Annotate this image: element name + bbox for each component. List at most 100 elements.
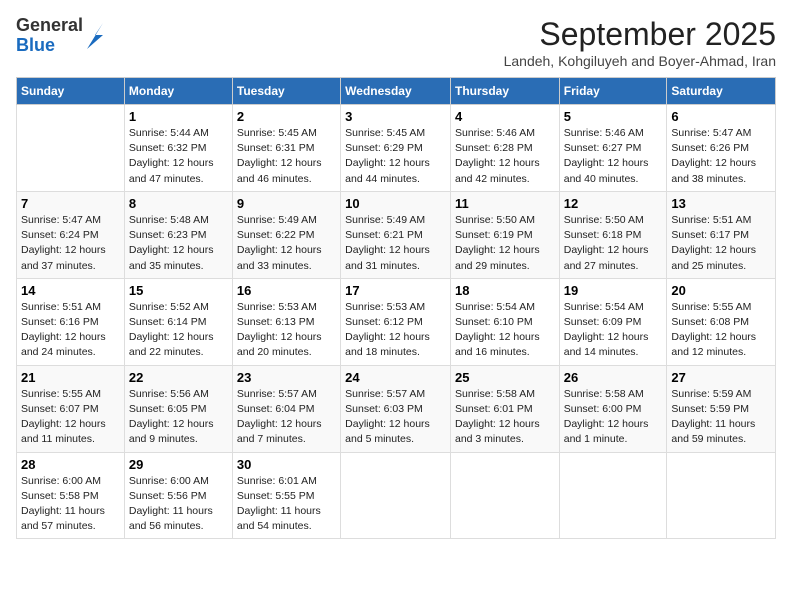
calendar-cell: 23Sunrise: 5:57 AM Sunset: 6:04 PM Dayli… <box>232 365 340 452</box>
day-info: Sunrise: 5:51 AM Sunset: 6:17 PM Dayligh… <box>671 213 771 274</box>
col-header-thursday: Thursday <box>450 78 559 105</box>
day-number: 18 <box>455 283 555 298</box>
calendar-cell <box>341 452 451 539</box>
week-row-5: 28Sunrise: 6:00 AM Sunset: 5:58 PM Dayli… <box>17 452 776 539</box>
calendar-cell: 25 Sunrise: 5:58 AM Sunset: 6:01 PM Dayli… <box>450 365 559 452</box>
calendar-cell: 3 Sunrise: 5:45 AM Sunset: 6:29 PM Daylig… <box>341 105 451 192</box>
calendar-cell: 19 Sunrise: 5:54 AM Sunset: 6:09 PM Dayli… <box>559 278 667 365</box>
day-info: Sunrise: 5:45 AM Sunset: 6:31 PM Dayligh… <box>237 126 336 187</box>
calendar-cell: 17 Sunrise: 5:53 AM Sunset: 6:12 PM Dayli… <box>341 278 451 365</box>
calendar-cell <box>667 452 776 539</box>
day-info: Sunrise: 5:56 AM Sunset: 6:05 PM Dayligh… <box>129 387 228 448</box>
col-header-sunday: Sunday <box>17 78 125 105</box>
day-info: Sunrise: 5:54 AM Sunset: 6:10 PM Dayligh… <box>455 300 555 361</box>
week-row-1: 1 Sunrise: 5:44 AM Sunset: 6:32 PM Daylig… <box>17 105 776 192</box>
logo: General Blue <box>16 16 105 56</box>
calendar-cell: 7 Sunrise: 5:47 AM Sunset: 6:24 PM Daylig… <box>17 191 125 278</box>
day-info: Sunrise: 5:47 AM Sunset: 6:24 PM Dayligh… <box>21 213 120 274</box>
calendar-cell: 5 Sunrise: 5:46 AM Sunset: 6:27 PM Daylig… <box>559 105 667 192</box>
day-number: 27 <box>671 370 771 385</box>
week-row-2: 7 Sunrise: 5:47 AM Sunset: 6:24 PM Daylig… <box>17 191 776 278</box>
calendar-cell: 30Sunrise: 6:01 AM Sunset: 5:55 PM Dayli… <box>232 452 340 539</box>
day-info: Sunrise: 5:54 AM Sunset: 6:09 PM Dayligh… <box>564 300 663 361</box>
calendar-cell: 14 Sunrise: 5:51 AM Sunset: 6:16 PM Dayli… <box>17 278 125 365</box>
calendar-cell <box>450 452 559 539</box>
day-info: Sunrise: 5:50 AM Sunset: 6:19 PM Dayligh… <box>455 213 555 274</box>
day-info: Sunrise: 5:55 AM Sunset: 6:08 PM Dayligh… <box>671 300 771 361</box>
day-number: 13 <box>671 196 771 211</box>
col-header-wednesday: Wednesday <box>341 78 451 105</box>
day-info: Sunrise: 5:49 AM Sunset: 6:22 PM Dayligh… <box>237 213 336 274</box>
calendar-cell: 28Sunrise: 6:00 AM Sunset: 5:58 PM Dayli… <box>17 452 125 539</box>
calendar-cell: 12 Sunrise: 5:50 AM Sunset: 6:18 PM Dayli… <box>559 191 667 278</box>
day-info: Sunrise: 5:46 AM Sunset: 6:28 PM Dayligh… <box>455 126 555 187</box>
calendar-cell: 8 Sunrise: 5:48 AM Sunset: 6:23 PM Daylig… <box>124 191 232 278</box>
day-number: 17 <box>345 283 446 298</box>
page-header: General Blue September 2025 Landeh, Kohg… <box>16 16 776 69</box>
calendar-cell: 13 Sunrise: 5:51 AM Sunset: 6:17 PM Dayli… <box>667 191 776 278</box>
month-title: September 2025 <box>504 16 776 53</box>
day-number: 22 <box>129 370 228 385</box>
calendar-cell: 6 Sunrise: 5:47 AM Sunset: 6:26 PM Daylig… <box>667 105 776 192</box>
day-number: 15 <box>129 283 228 298</box>
day-number: 5 <box>564 109 663 124</box>
calendar-header-row: SundayMondayTuesdayWednesdayThursdayFrid… <box>17 78 776 105</box>
day-info: Sunrise: 5:48 AM Sunset: 6:23 PM Dayligh… <box>129 213 228 274</box>
col-header-friday: Friday <box>559 78 667 105</box>
day-number: 3 <box>345 109 446 124</box>
day-number: 29 <box>129 457 228 472</box>
day-info: Sunrise: 5:58 AM Sunset: 6:01 PM Dayligh… <box>455 387 555 448</box>
day-info: Sunrise: 5:50 AM Sunset: 6:18 PM Dayligh… <box>564 213 663 274</box>
calendar-cell: 4 Sunrise: 5:46 AM Sunset: 6:28 PM Daylig… <box>450 105 559 192</box>
day-number: 21 <box>21 370 120 385</box>
day-info: Sunrise: 5:53 AM Sunset: 6:12 PM Dayligh… <box>345 300 446 361</box>
day-number: 14 <box>21 283 120 298</box>
day-number: 7 <box>21 196 120 211</box>
day-info: Sunrise: 5:44 AM Sunset: 6:32 PM Dayligh… <box>129 126 228 187</box>
day-number: 1 <box>129 109 228 124</box>
day-info: Sunrise: 5:53 AM Sunset: 6:13 PM Dayligh… <box>237 300 336 361</box>
day-number: 8 <box>129 196 228 211</box>
col-header-tuesday: Tuesday <box>232 78 340 105</box>
day-number: 26 <box>564 370 663 385</box>
calendar-cell: 18 Sunrise: 5:54 AM Sunset: 6:10 PM Dayli… <box>450 278 559 365</box>
calendar-table: SundayMondayTuesdayWednesdayThursdayFrid… <box>16 77 776 539</box>
day-info: Sunrise: 5:58 AM Sunset: 6:00 PM Dayligh… <box>564 387 663 448</box>
day-number: 10 <box>345 196 446 211</box>
day-info: Sunrise: 6:00 AM Sunset: 5:56 PM Dayligh… <box>129 474 228 535</box>
day-info: Sunrise: 5:59 AM Sunset: 5:59 PM Dayligh… <box>671 387 771 448</box>
day-info: Sunrise: 5:45 AM Sunset: 6:29 PM Dayligh… <box>345 126 446 187</box>
day-number: 6 <box>671 109 771 124</box>
calendar-cell: 29 Sunrise: 6:00 AM Sunset: 5:56 PM Dayli… <box>124 452 232 539</box>
calendar-cell: 21Sunrise: 5:55 AM Sunset: 6:07 PM Dayli… <box>17 365 125 452</box>
day-number: 20 <box>671 283 771 298</box>
day-info: Sunrise: 5:49 AM Sunset: 6:21 PM Dayligh… <box>345 213 446 274</box>
col-header-saturday: Saturday <box>667 78 776 105</box>
calendar-cell: 26 Sunrise: 5:58 AM Sunset: 6:00 PM Dayli… <box>559 365 667 452</box>
day-number: 12 <box>564 196 663 211</box>
day-info: Sunrise: 5:51 AM Sunset: 6:16 PM Dayligh… <box>21 300 120 361</box>
day-info: Sunrise: 5:46 AM Sunset: 6:27 PM Dayligh… <box>564 126 663 187</box>
day-number: 4 <box>455 109 555 124</box>
day-number: 11 <box>455 196 555 211</box>
day-info: Sunrise: 5:57 AM Sunset: 6:03 PM Dayligh… <box>345 387 446 448</box>
day-number: 23 <box>237 370 336 385</box>
title-block: September 2025 Landeh, Kohgiluyeh and Bo… <box>504 16 776 69</box>
calendar-cell <box>17 105 125 192</box>
day-number: 16 <box>237 283 336 298</box>
calendar-cell: 27 Sunrise: 5:59 AM Sunset: 5:59 PM Dayli… <box>667 365 776 452</box>
day-number: 30 <box>237 457 336 472</box>
logo-blue: Blue <box>16 36 83 56</box>
calendar-cell <box>559 452 667 539</box>
subtitle: Landeh, Kohgiluyeh and Boyer-Ahmad, Iran <box>504 53 776 69</box>
calendar-cell: 20 Sunrise: 5:55 AM Sunset: 6:08 PM Dayli… <box>667 278 776 365</box>
day-number: 19 <box>564 283 663 298</box>
col-header-monday: Monday <box>124 78 232 105</box>
calendar-cell: 9Sunrise: 5:49 AM Sunset: 6:22 PM Daylig… <box>232 191 340 278</box>
calendar-cell: 15Sunrise: 5:52 AM Sunset: 6:14 PM Dayli… <box>124 278 232 365</box>
calendar-cell: 1 Sunrise: 5:44 AM Sunset: 6:32 PM Daylig… <box>124 105 232 192</box>
week-row-4: 21Sunrise: 5:55 AM Sunset: 6:07 PM Dayli… <box>17 365 776 452</box>
day-info: Sunrise: 5:47 AM Sunset: 6:26 PM Dayligh… <box>671 126 771 187</box>
day-number: 25 <box>455 370 555 385</box>
calendar-cell: 16 Sunrise: 5:53 AM Sunset: 6:13 PM Dayli… <box>232 278 340 365</box>
